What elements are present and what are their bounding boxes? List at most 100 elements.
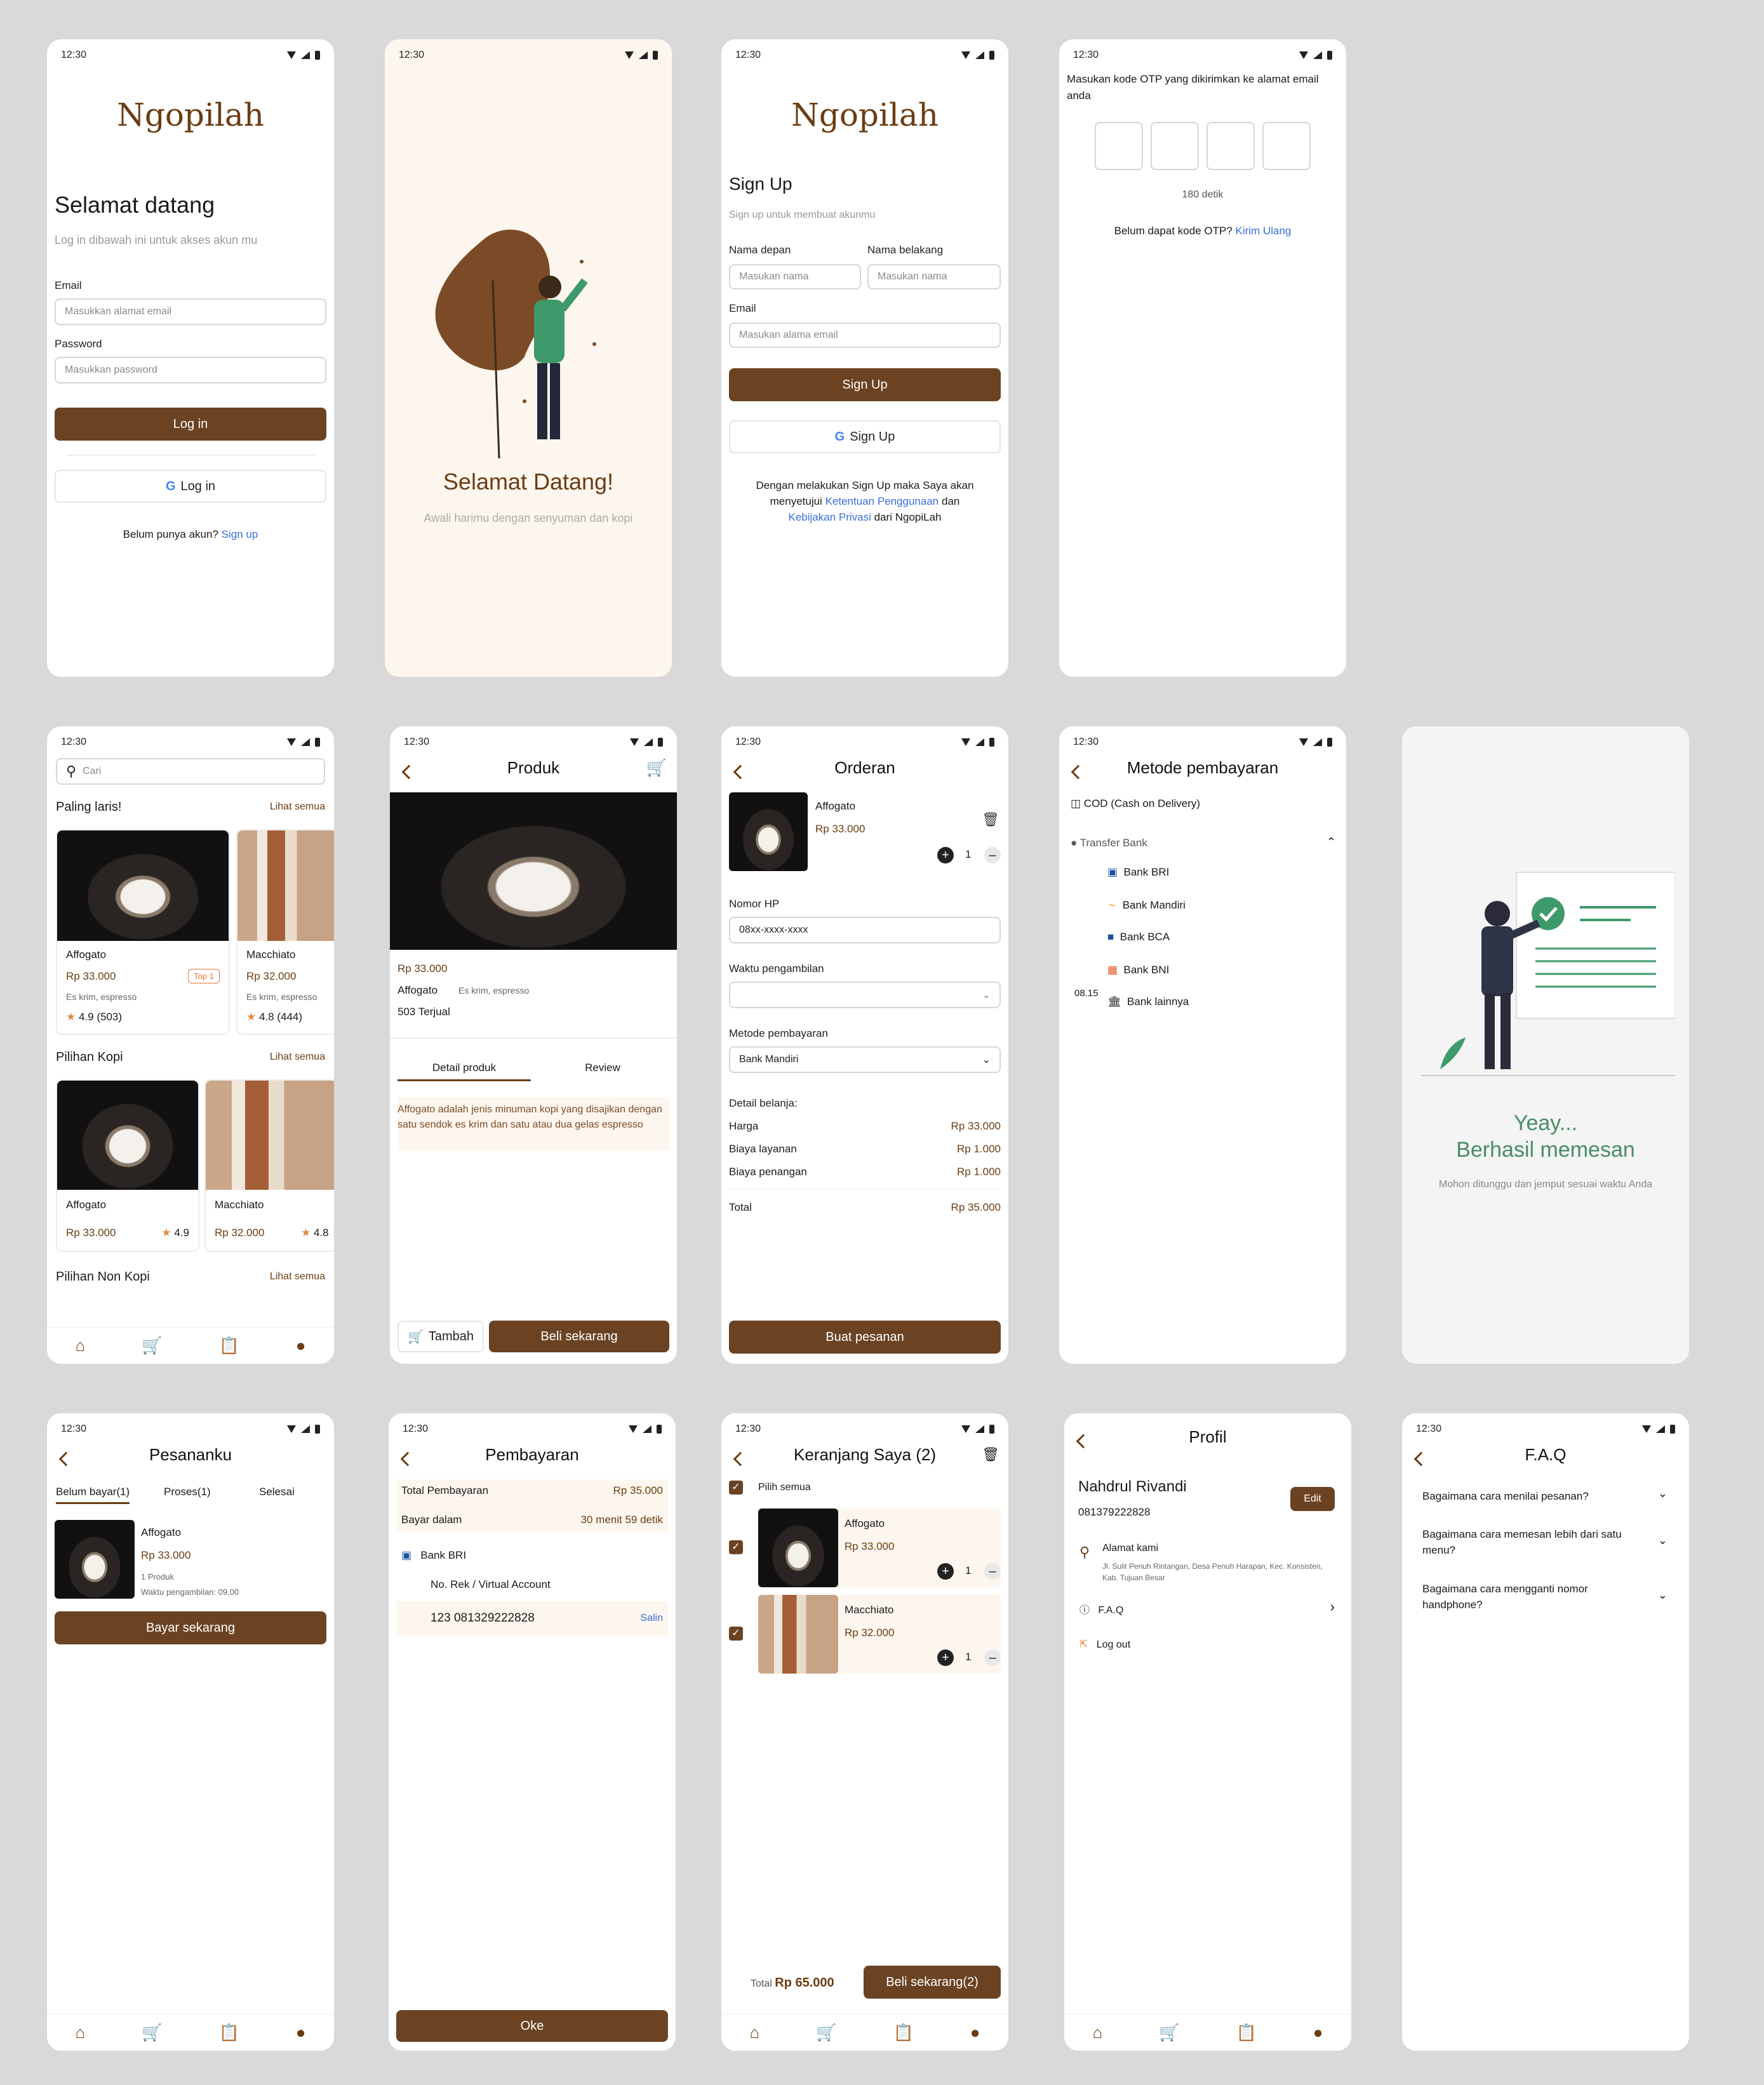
last-name-field[interactable]: Masukan nama: [867, 264, 1001, 290]
total-label: Total Pembayaran: [401, 1484, 489, 1496]
cart-icon[interactable]: 🛒: [142, 1336, 162, 1356]
total-value: Rp 35.000: [613, 1484, 663, 1496]
bank-bca-option[interactable]: ■ Bank BCA: [1107, 931, 1170, 943]
otp-digit-4[interactable]: [1262, 122, 1311, 170]
minus-button[interactable]: –: [984, 1563, 1001, 1580]
cart-icon[interactable]: 🛒: [142, 2023, 162, 2042]
home-icon[interactable]: ⌂: [749, 2023, 759, 2042]
minus-button[interactable]: –: [984, 847, 1001, 863]
google-login-button[interactable]: G Log in: [55, 470, 326, 503]
plus-button[interactable]: +: [937, 1649, 954, 1666]
logout-item[interactable]: ⇱ Log out: [1079, 1638, 1130, 1651]
trash-icon[interactable]: 🗑: [982, 1446, 999, 1463]
product-card[interactable]: Macchiato Rp 32.000 Es krim, espresso ★ …: [236, 829, 334, 1035]
transfer-bank-option[interactable]: ● Transfer Bank: [1071, 837, 1147, 849]
item-pickup-time: Waktu pengambilan: 09.00: [141, 1587, 239, 1597]
see-all-link[interactable]: Lihat semua: [270, 1271, 325, 1282]
total-value: Rp 35.000: [951, 1201, 1001, 1213]
faq-item[interactable]: ⓘ F.A.Q: [1079, 1601, 1123, 1616]
see-all-link[interactable]: Lihat semua: [270, 801, 325, 813]
edit-button[interactable]: Edit: [1290, 1487, 1335, 1511]
resend-link[interactable]: Kirim Ulang: [1236, 225, 1292, 237]
otp-digit-3[interactable]: [1206, 122, 1255, 170]
email-field[interactable]: Masukkan alamat email: [55, 298, 326, 325]
privacy-link[interactable]: Kebijakan Privasi: [789, 511, 871, 523]
item-checkbox[interactable]: ✓: [729, 1540, 743, 1554]
tab-done[interactable]: Selesai: [259, 1486, 295, 1498]
chevron-down-icon[interactable]: ⌄: [1658, 1534, 1667, 1547]
fee-row-label: Biaya layanan: [729, 1143, 797, 1155]
pickup-time-select[interactable]: ⌄: [729, 982, 1001, 1008]
terms-link[interactable]: Ketentuan Penggunaan: [825, 495, 939, 507]
other-bank-option[interactable]: 🏛 Bank lainnya: [1107, 996, 1189, 1008]
otp-instruction: Masukan kode OTP yang dikirimkan ke alam…: [1067, 73, 1319, 102]
orders-icon[interactable]: 📋: [218, 1336, 239, 1356]
tab-detail[interactable]: Detail produk: [398, 1062, 531, 1081]
chevron-down-icon[interactable]: ⌄: [1658, 1487, 1667, 1500]
email-field[interactable]: Masukan alama email: [729, 323, 1001, 348]
cart-icon[interactable]: 🛒: [1159, 2023, 1179, 2042]
home-icon[interactable]: ⌂: [1092, 2023, 1102, 2042]
orders-icon[interactable]: 📋: [218, 2023, 239, 2042]
home-icon[interactable]: ⌂: [75, 2023, 85, 2042]
profile-icon[interactable]: ●: [296, 1336, 306, 1356]
profile-icon[interactable]: ●: [296, 2023, 306, 2042]
ok-button[interactable]: Oke: [396, 2010, 668, 2042]
tab-unpaid[interactable]: Belum bayar(1): [56, 1486, 130, 1504]
see-all-link[interactable]: Lihat semua: [270, 1051, 325, 1063]
status-bar: 12:30: [721, 39, 1008, 71]
faq-question[interactable]: Bagaimana cara menilai pesanan?: [1422, 1488, 1638, 1504]
login-button[interactable]: Log in: [55, 408, 326, 441]
buy-now-button[interactable]: Beli sekarang(2): [864, 1966, 1001, 1999]
phone-field[interactable]: 08xx-xxxx-xxxx: [729, 917, 1001, 943]
cart-icon[interactable]: 🛒: [816, 2023, 836, 2042]
profile-icon[interactable]: ●: [970, 2023, 980, 2042]
cart-icon[interactable]: 🛒: [646, 758, 667, 778]
buy-now-button[interactable]: Beli sekarang: [489, 1321, 669, 1352]
chevron-right-icon[interactable]: ›: [1330, 1599, 1335, 1615]
bank-bni-option[interactable]: ▦ Bank BNI: [1107, 964, 1169, 976]
bank-bri-option[interactable]: ▣ Bank BRI: [1107, 866, 1169, 879]
add-to-cart-button[interactable]: 🛒 Tambah: [398, 1321, 484, 1352]
faq-question[interactable]: Bagaimana cara mengganti nomor handphone…: [1422, 1581, 1638, 1613]
create-order-button[interactable]: Buat pesanan: [729, 1321, 1001, 1354]
product-card[interactable]: Macchiato Rp 32.000 ★ 4.8: [204, 1079, 334, 1252]
item-checkbox[interactable]: ✓: [729, 1627, 743, 1641]
password-field[interactable]: Masukkan password: [55, 357, 326, 383]
search-input[interactable]: ⚲ Cari: [56, 758, 325, 785]
page-title: Orderan: [834, 758, 895, 777]
chevron-up-icon[interactable]: ⌃: [1326, 836, 1336, 849]
payment-method-select[interactable]: Bank Mandiri ⌄: [729, 1046, 1001, 1073]
profile-icon[interactable]: ●: [1313, 2023, 1323, 2042]
signup-button[interactable]: Sign Up: [729, 368, 1001, 401]
signup-link[interactable]: Sign up: [222, 528, 258, 540]
product-card[interactable]: Affogato Rp 33.000 ★ 4.9: [56, 1079, 199, 1252]
faq-question[interactable]: Bagaimana cara memesan lebih dari satu m…: [1422, 1526, 1638, 1558]
minus-button[interactable]: –: [984, 1649, 1001, 1666]
chevron-down-icon[interactable]: ⌄: [1658, 1589, 1667, 1602]
page-title: Selamat datang: [55, 192, 215, 218]
trash-icon[interactable]: 🗑: [982, 811, 999, 828]
product-image: [237, 830, 334, 941]
copy-button[interactable]: Salin: [640, 1613, 663, 1624]
tab-process[interactable]: Proses(1): [164, 1486, 211, 1498]
otp-digit-1[interactable]: [1095, 122, 1143, 170]
item-price: Rp 33.000: [845, 1540, 895, 1552]
home-icon[interactable]: ⌂: [75, 1336, 85, 1356]
item-image: [55, 1520, 135, 1599]
plus-button[interactable]: +: [937, 1563, 954, 1580]
bank-mandiri-option[interactable]: ∼ Bank Mandiri: [1107, 899, 1186, 912]
otp-digit-2[interactable]: [1151, 122, 1199, 170]
select-all-checkbox[interactable]: ✓: [729, 1481, 743, 1495]
orders-icon[interactable]: 📋: [1236, 2023, 1256, 2042]
first-name-field[interactable]: Masukan nama: [729, 264, 861, 290]
plus-button[interactable]: +: [937, 847, 954, 863]
user-phone: 081379222828: [1078, 1506, 1151, 1518]
orders-icon[interactable]: 📋: [893, 2023, 913, 2042]
tab-review[interactable]: Review: [536, 1062, 669, 1074]
product-rating: ★ 4.9 (503): [66, 1011, 123, 1023]
product-card[interactable]: Affogato Rp 33.000 Top 1 Es krim, espres…: [56, 829, 230, 1035]
cod-option[interactable]: ◫ COD (Cash on Delivery): [1071, 797, 1200, 810]
pay-now-button[interactable]: Bayar sekarang: [55, 1611, 326, 1644]
google-signup-button[interactable]: G Sign Up: [729, 420, 1001, 453]
